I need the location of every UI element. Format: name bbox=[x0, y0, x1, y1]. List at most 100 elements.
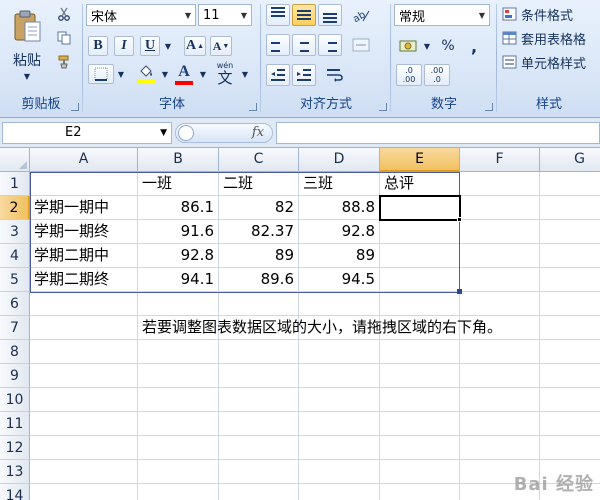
increase-indent-button[interactable] bbox=[292, 64, 316, 86]
format-as-table-button[interactable]: 套用表格格 bbox=[502, 28, 600, 48]
cell-d14[interactable] bbox=[299, 484, 380, 500]
column-header-d[interactable]: D bbox=[299, 148, 380, 172]
cell-d9[interactable] bbox=[299, 364, 380, 388]
cell-b4[interactable]: 92.8 bbox=[138, 244, 219, 268]
cell-d8[interactable] bbox=[299, 340, 380, 364]
row-header-1[interactable]: 1 bbox=[0, 172, 30, 196]
bold-button[interactable]: B bbox=[88, 36, 108, 56]
cell-a7[interactable] bbox=[30, 316, 138, 340]
cell-a3[interactable]: 学期一期终 bbox=[30, 220, 138, 244]
cell-c3[interactable]: 82.37 bbox=[219, 220, 299, 244]
cell-a14[interactable] bbox=[30, 484, 138, 500]
cell-g3[interactable] bbox=[540, 220, 600, 244]
cell-g9[interactable] bbox=[540, 364, 600, 388]
cell-d4[interactable]: 89 bbox=[299, 244, 380, 268]
fill-handle[interactable] bbox=[457, 217, 462, 222]
fx-button[interactable]: fx bbox=[252, 124, 264, 142]
font-name-select[interactable]: 宋体 ▼ bbox=[86, 4, 196, 26]
cell-c6[interactable] bbox=[219, 292, 299, 316]
column-header-b[interactable]: B bbox=[138, 148, 219, 172]
row-header-2[interactable]: 2 bbox=[0, 196, 30, 220]
chevron-down-icon[interactable]: ▼ bbox=[240, 64, 250, 84]
cell-b1[interactable]: 一班 bbox=[138, 172, 219, 196]
cell-a6[interactable] bbox=[30, 292, 138, 316]
cell-c14[interactable] bbox=[219, 484, 299, 500]
increase-decimal-button[interactable]: .0 .00 bbox=[396, 64, 422, 86]
row-header-3[interactable]: 3 bbox=[0, 220, 30, 244]
cell-c11[interactable] bbox=[219, 412, 299, 436]
cell-c13[interactable] bbox=[219, 460, 299, 484]
fill-color-button[interactable] bbox=[134, 62, 158, 86]
row-header-13[interactable]: 13 bbox=[0, 460, 30, 484]
cell-a10[interactable] bbox=[30, 388, 138, 412]
row-header-12[interactable]: 12 bbox=[0, 436, 30, 460]
chevron-down-icon[interactable]: ▼ bbox=[237, 5, 251, 25]
cell-g12[interactable] bbox=[540, 436, 600, 460]
chevron-down-icon[interactable]: ▼ bbox=[160, 123, 167, 143]
cell-e14[interactable] bbox=[380, 484, 460, 500]
orientation-button[interactable]: ab bbox=[348, 4, 374, 26]
cell-e2[interactable] bbox=[380, 196, 460, 220]
accounting-format-button[interactable] bbox=[396, 36, 422, 56]
cell-b13[interactable] bbox=[138, 460, 219, 484]
cell-f9[interactable] bbox=[460, 364, 540, 388]
percent-button[interactable]: % bbox=[438, 36, 458, 56]
chevron-down-icon[interactable]: ▼ bbox=[422, 36, 432, 56]
cell-e6[interactable] bbox=[380, 292, 460, 316]
cell-d11[interactable] bbox=[299, 412, 380, 436]
cell-g11[interactable] bbox=[540, 412, 600, 436]
chevron-down-icon[interactable]: ▼ bbox=[116, 64, 126, 84]
cell-c8[interactable] bbox=[219, 340, 299, 364]
cell-f1[interactable] bbox=[460, 172, 540, 196]
row-header-4[interactable]: 4 bbox=[0, 244, 30, 268]
conditional-formatting-button[interactable]: 条件格式 bbox=[502, 4, 600, 24]
italic-button[interactable]: I bbox=[114, 36, 134, 56]
expand-circle-icon[interactable] bbox=[178, 125, 194, 141]
column-header-c[interactable]: C bbox=[219, 148, 299, 172]
align-right-button[interactable] bbox=[318, 34, 342, 56]
column-header-e[interactable]: E bbox=[380, 148, 460, 172]
decrease-decimal-button[interactable]: .00 .0 bbox=[424, 64, 450, 86]
grow-font-button[interactable]: A ▲ bbox=[184, 36, 206, 56]
row-header-7[interactable]: 7 bbox=[0, 316, 30, 340]
cell-g10[interactable] bbox=[540, 388, 600, 412]
row-header-10[interactable]: 10 bbox=[0, 388, 30, 412]
align-center-button[interactable] bbox=[292, 34, 316, 56]
column-header-g[interactable]: G bbox=[540, 148, 600, 172]
select-all-corner[interactable] bbox=[0, 148, 30, 172]
merge-center-button[interactable] bbox=[348, 34, 374, 56]
cell-e13[interactable] bbox=[380, 460, 460, 484]
cell-d3[interactable]: 92.8 bbox=[299, 220, 380, 244]
clipboard-launcher[interactable] bbox=[71, 103, 79, 111]
cell-g2[interactable] bbox=[540, 196, 600, 220]
cell-a4[interactable]: 学期二期中 bbox=[30, 244, 138, 268]
cell-g6[interactable] bbox=[540, 292, 600, 316]
range-resize-handle[interactable] bbox=[457, 289, 462, 294]
cell-a2[interactable]: 学期一期中 bbox=[30, 196, 138, 220]
formula-input[interactable] bbox=[276, 122, 600, 144]
align-bottom-button[interactable] bbox=[318, 4, 342, 26]
cell-g1[interactable] bbox=[540, 172, 600, 196]
cell-c12[interactable] bbox=[219, 436, 299, 460]
format-painter-button[interactable] bbox=[54, 52, 74, 72]
cell-b9[interactable] bbox=[138, 364, 219, 388]
cell-b2[interactable]: 86.1 bbox=[138, 196, 219, 220]
cell-b11[interactable] bbox=[138, 412, 219, 436]
decrease-indent-button[interactable] bbox=[266, 64, 290, 86]
cell-a1[interactable] bbox=[30, 172, 138, 196]
row-header-9[interactable]: 9 bbox=[0, 364, 30, 388]
cell-e11[interactable] bbox=[380, 412, 460, 436]
cell-c5[interactable]: 89.6 bbox=[219, 268, 299, 292]
cell-b10[interactable] bbox=[138, 388, 219, 412]
cell-g8[interactable] bbox=[540, 340, 600, 364]
cell-b3[interactable]: 91.6 bbox=[138, 220, 219, 244]
cell-c1[interactable]: 二班 bbox=[219, 172, 299, 196]
cell-f4[interactable] bbox=[460, 244, 540, 268]
cell-f6[interactable] bbox=[460, 292, 540, 316]
phonetic-guide-button[interactable]: wén 文 bbox=[212, 60, 238, 88]
cell-e9[interactable] bbox=[380, 364, 460, 388]
font-size-select[interactable]: 11 ▼ bbox=[198, 4, 252, 26]
row-header-5[interactable]: 5 bbox=[0, 268, 30, 292]
chevron-down-icon[interactable]: ▼ bbox=[181, 5, 195, 25]
borders-button[interactable] bbox=[88, 64, 114, 84]
